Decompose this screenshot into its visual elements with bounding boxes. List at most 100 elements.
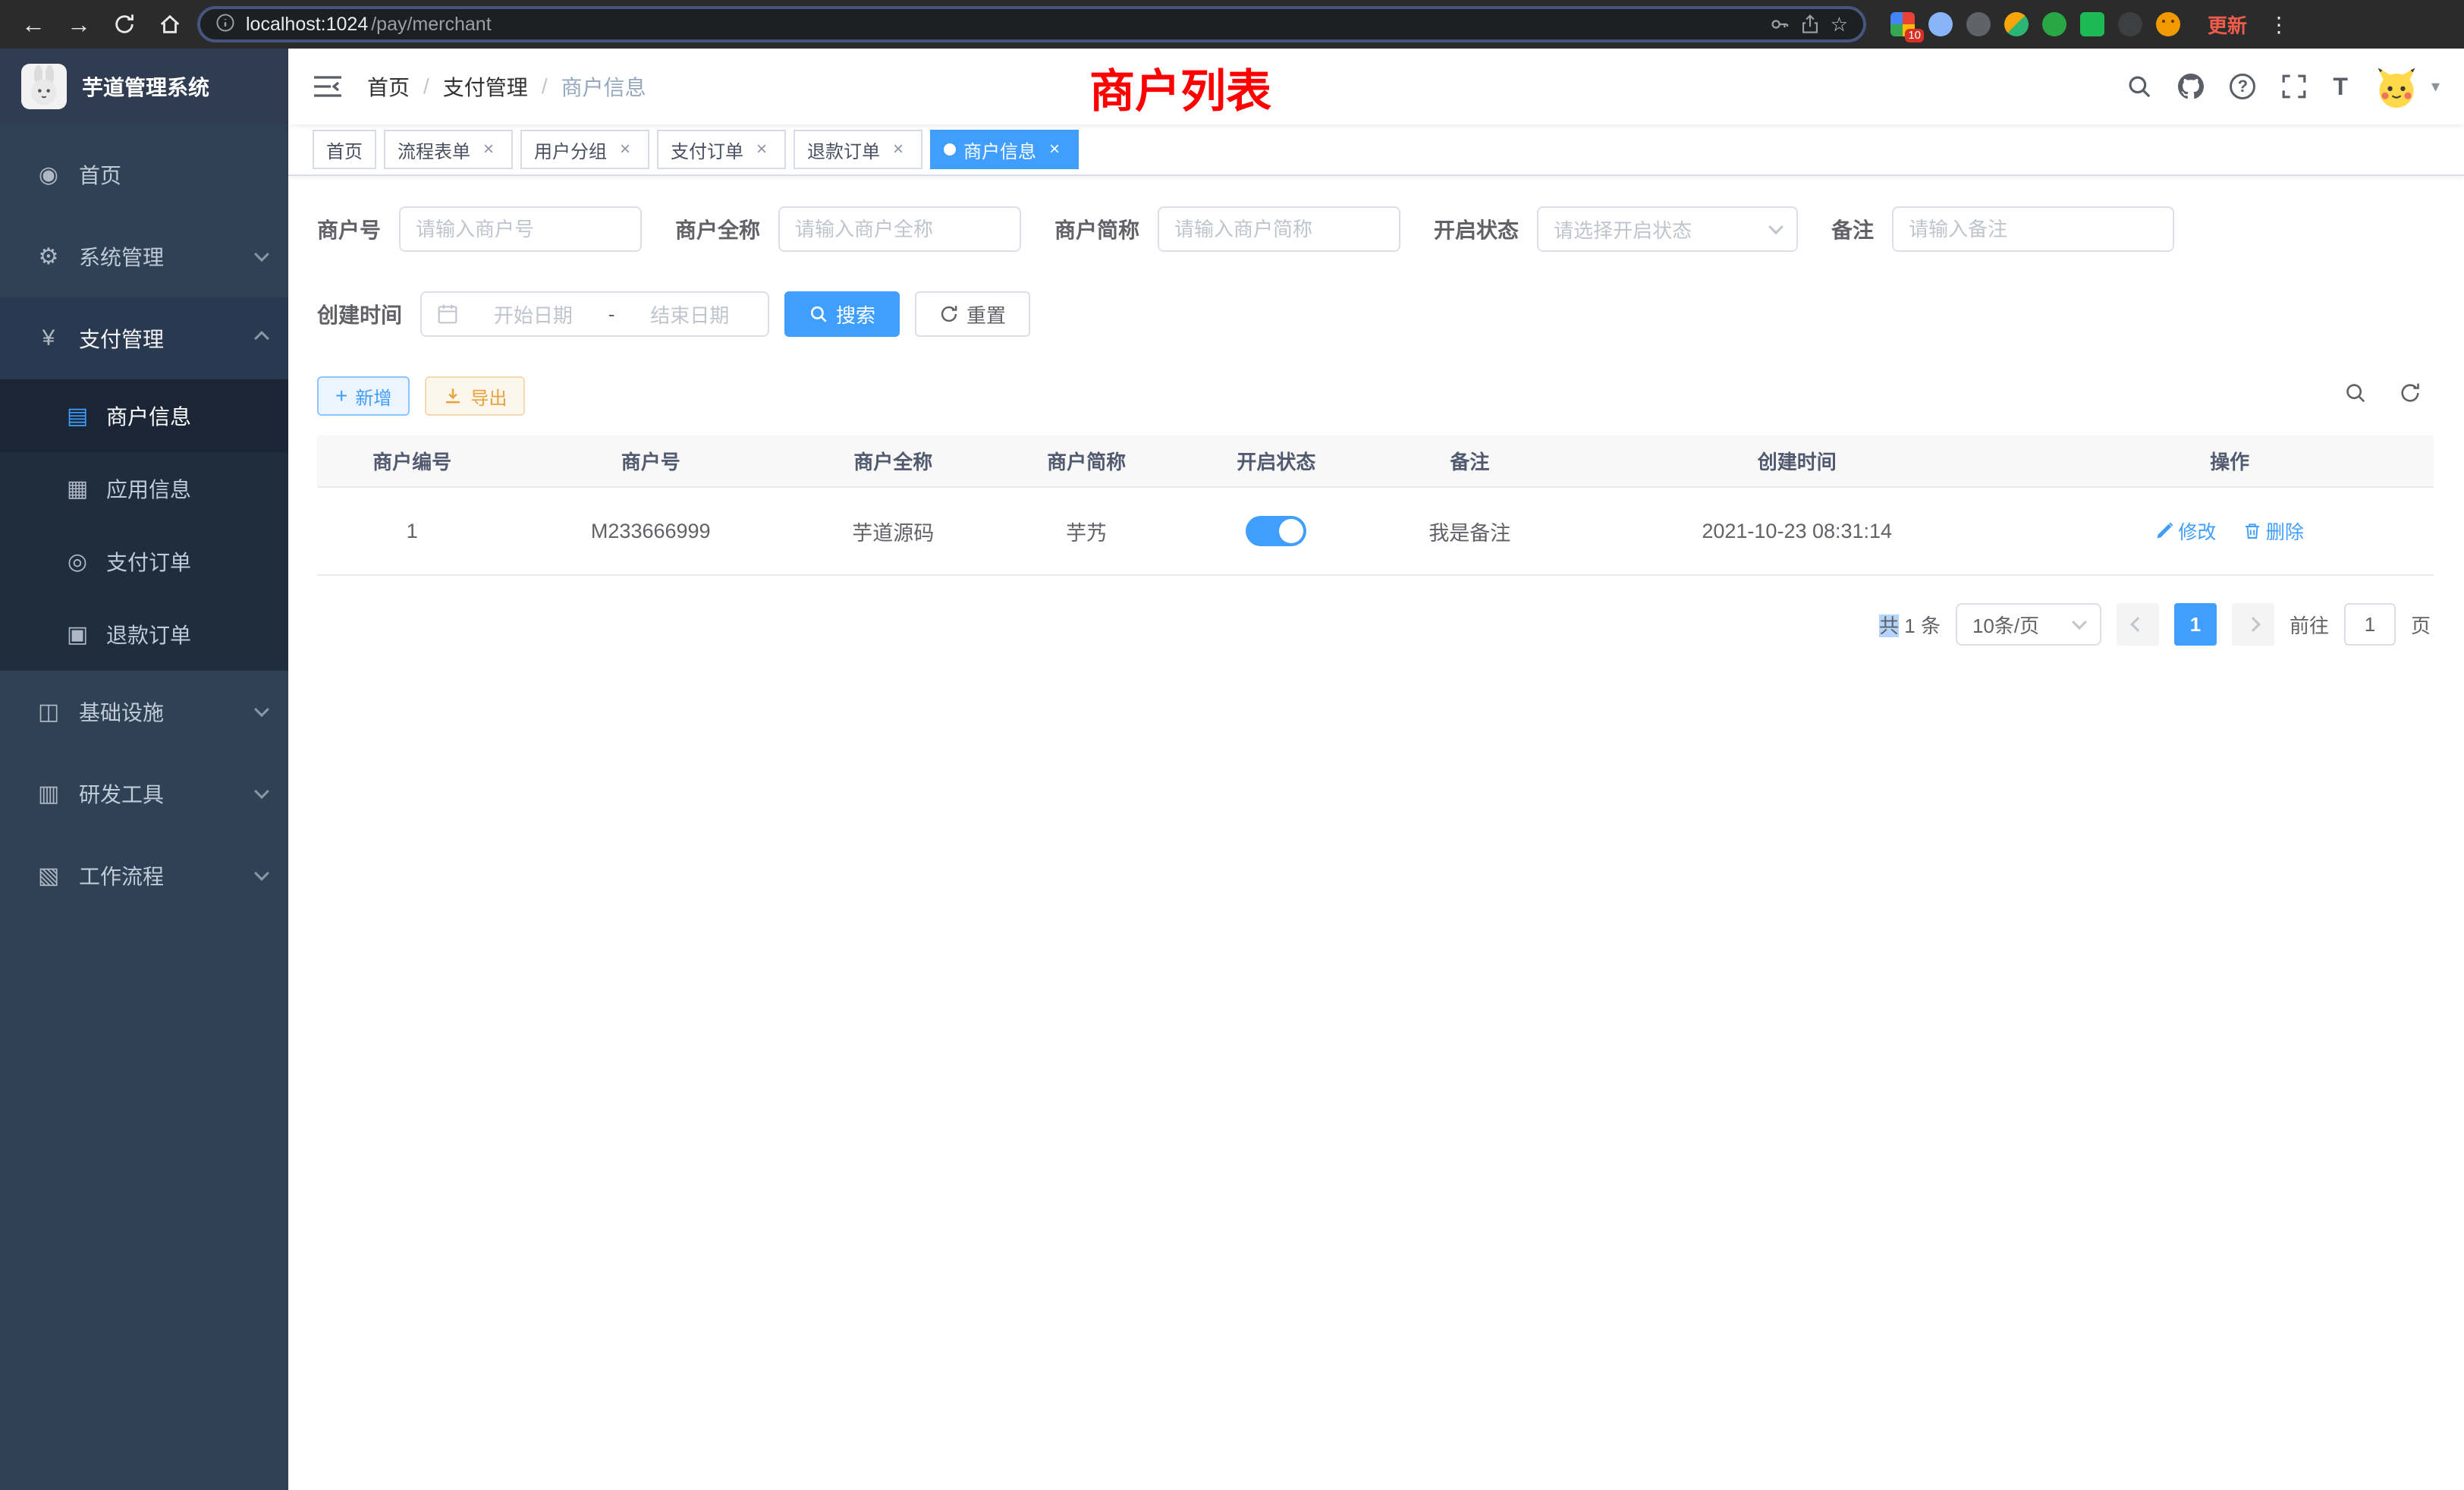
chevron-down-icon — [254, 866, 269, 881]
refresh-icon — [939, 304, 959, 324]
page-size-select[interactable]: 10条/页 — [1956, 603, 2101, 646]
devtools-icon: ▥ — [30, 781, 67, 807]
sidebar-item-system[interactable]: ⚙ 系统管理 — [0, 215, 288, 297]
url-path: /pay/merchant — [371, 14, 491, 36]
app-logo[interactable]: 芋道管理系统 — [0, 49, 288, 124]
sidebar-item-home[interactable]: ◉ 首页 — [0, 134, 288, 215]
app-title: 芋道管理系统 — [82, 71, 209, 102]
cell-create-time: 2021-10-23 08:31:14 — [1568, 487, 2026, 575]
tab-home[interactable]: 首页 — [313, 130, 376, 169]
sidebar-item-label: 基础设施 — [79, 696, 256, 727]
pagination-total: 共 1 条 — [1879, 611, 1941, 639]
sidebar-item-infrastructure[interactable]: ◫ 基础设施 — [0, 671, 288, 753]
profile-avatar-icon[interactable] — [2156, 12, 2180, 36]
breadcrumb-home[interactable]: 首页 — [367, 71, 410, 102]
back-icon[interactable]: ← — [15, 6, 52, 42]
browser-menu-icon[interactable]: ⋮ — [2268, 12, 2290, 37]
sidebar-item-dev-tools[interactable]: ▥ 研发工具 — [0, 753, 288, 835]
share-icon[interactable] — [1800, 14, 1820, 34]
tab-user-group[interactable]: 用户分组 × — [520, 130, 649, 169]
add-button[interactable]: + 新增 — [317, 376, 410, 416]
delete-label: 删除 — [2266, 517, 2304, 545]
fullscreen-icon[interactable] — [2281, 74, 2307, 99]
order-icon: ◎ — [61, 549, 94, 575]
sidebar-item-merchant-info[interactable]: ▤ 商户信息 — [0, 379, 288, 452]
cell-actions: 修改 删除 — [2026, 487, 2434, 575]
tags-view: 首页 流程表单 × 用户分组 × 支付订单 × 退款订单 × — [288, 124, 2464, 176]
reset-button[interactable]: 重置 — [915, 291, 1030, 337]
github-icon[interactable] — [2178, 74, 2204, 99]
cell-full-name: 芋道源码 — [794, 487, 992, 575]
search-button[interactable]: 搜索 — [784, 291, 900, 337]
close-icon[interactable]: × — [888, 139, 909, 160]
help-question-icon[interactable]: ? — [2230, 74, 2255, 99]
export-button[interactable]: 导出 — [425, 376, 525, 416]
tab-refund-orders[interactable]: 退款订单 × — [794, 130, 922, 169]
bookmark-star-icon[interactable]: ☆ — [1831, 13, 1848, 36]
sidebar-item-payment[interactable]: ¥ 支付管理 — [0, 297, 288, 379]
sidebar-item-refund-orders[interactable]: ▣ 退款订单 — [0, 598, 288, 671]
merchant-no-input[interactable] — [399, 206, 642, 252]
refresh-icon[interactable] — [2399, 382, 2422, 410]
navbar-actions: ? T ▾ — [2126, 64, 2440, 109]
address-bar[interactable]: localhost:1024 /pay/merchant ☆ — [197, 6, 1866, 42]
extension-pin-icon[interactable] — [2118, 12, 2142, 36]
extension-note-icon[interactable] — [2080, 12, 2104, 36]
extension-green-icon[interactable] — [2042, 12, 2066, 36]
close-icon[interactable]: × — [614, 139, 636, 160]
remark-input[interactable] — [1892, 206, 2174, 252]
sidebar-item-label: 商户信息 — [106, 401, 288, 431]
forward-icon[interactable]: → — [61, 6, 97, 42]
reload-icon[interactable] — [106, 6, 143, 42]
reset-button-label: 重置 — [966, 300, 1006, 328]
create-time-range-picker[interactable]: 开始日期 - 结束日期 — [420, 291, 769, 337]
home-icon[interactable] — [152, 6, 188, 42]
active-tab-dot — [944, 143, 956, 156]
breadcrumb-separator: / — [423, 74, 429, 99]
extension-multicolor-icon[interactable] — [2004, 12, 2029, 36]
site-info-icon[interactable] — [215, 11, 235, 39]
chevron-down-icon — [254, 702, 269, 717]
col-merchant-no: 商户号 — [507, 435, 794, 487]
chevron-down-icon — [2072, 615, 2087, 630]
short-name-input[interactable] — [1158, 206, 1400, 252]
close-icon[interactable]: × — [478, 139, 499, 160]
workflow-icon: ▧ — [30, 863, 67, 889]
sidebar-toggle-icon[interactable] — [313, 74, 343, 99]
page-1-button[interactable]: 1 — [2174, 603, 2217, 646]
status-label: 开启状态 — [1434, 214, 1537, 244]
sidebar-item-payment-orders[interactable]: ◎ 支付订单 — [0, 525, 288, 598]
search-icon[interactable] — [2126, 74, 2152, 99]
chevron-down-icon — [1768, 219, 1784, 234]
goto-page-input[interactable] — [2344, 603, 2396, 646]
tab-payment-orders[interactable]: 支付订单 × — [657, 130, 786, 169]
browser-update-button[interactable]: 更新 — [2208, 11, 2247, 39]
breadcrumb-payment[interactable]: 支付管理 — [443, 71, 528, 102]
user-avatar[interactable] — [2374, 64, 2419, 109]
password-key-icon[interactable] — [1770, 14, 1790, 34]
col-short-name: 商户简称 — [992, 435, 1181, 487]
full-name-input[interactable] — [778, 206, 1021, 252]
show-search-icon[interactable] — [2344, 382, 2367, 410]
next-page-button[interactable] — [2232, 603, 2274, 646]
tab-label: 首页 — [326, 137, 363, 163]
extension-dark-icon[interactable] — [1966, 12, 1991, 36]
edit-link[interactable]: 修改 — [2155, 517, 2216, 545]
sidebar-item-workflow[interactable]: ▧ 工作流程 — [0, 835, 288, 916]
extension-badge: 10 — [1905, 29, 1924, 42]
status-toggle[interactable] — [1246, 516, 1306, 546]
avatar-caret-icon[interactable]: ▾ — [2431, 77, 2440, 96]
prev-page-button[interactable] — [2117, 603, 2159, 646]
status-select[interactable]: 请选择开启状态 — [1537, 206, 1798, 252]
chevron-down-icon — [254, 247, 269, 262]
sidebar-item-app-info[interactable]: ▦ 应用信息 — [0, 452, 288, 525]
tab-process-form[interactable]: 流程表单 × — [384, 130, 513, 169]
close-icon[interactable]: × — [1044, 139, 1065, 160]
extension-colorful-icon[interactable]: 10 — [1890, 12, 1915, 36]
font-size-icon[interactable]: T — [2333, 73, 2348, 101]
delete-link[interactable]: 删除 — [2243, 517, 2304, 545]
tab-merchant-info[interactable]: 商户信息 × — [930, 130, 1079, 169]
extension-blue-icon[interactable] — [1928, 12, 1953, 36]
close-icon[interactable]: × — [751, 139, 772, 160]
sidebar-item-label: 首页 — [79, 159, 267, 190]
